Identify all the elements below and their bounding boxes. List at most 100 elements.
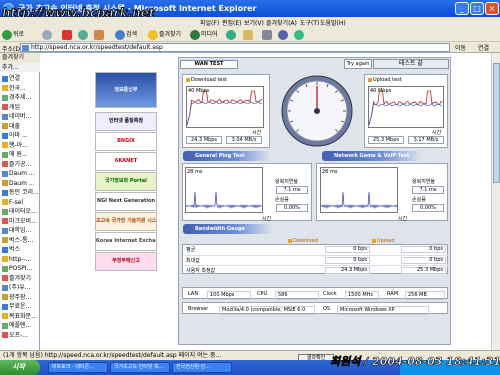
table-row: 최대값 0 bps 0 bps [183, 255, 449, 264]
favorites-item[interactable]: Daum ... [2, 169, 40, 178]
favorites-item[interactable]: 오프-... [2, 331, 40, 340]
favorites-item[interactable]: 대출 [2, 122, 40, 131]
favorites-add-button[interactable]: 추가... [0, 63, 40, 72]
favorites-item[interactable]: 동인 코리... [2, 188, 40, 197]
favorites-item[interactable]: Daum ... [2, 179, 40, 188]
tab-wan-test[interactable]: WAN TEST [180, 60, 238, 69]
banner-tech-support[interactable]: 초고속 국가망 기술지원 시스템 [95, 212, 157, 231]
mail-icon [243, 29, 253, 40]
menu-tools[interactable]: 도구(T) [300, 18, 319, 27]
go-button[interactable]: 이동 [455, 43, 466, 52]
favorites-item[interactable]: 벅스-통... [2, 236, 40, 245]
favorites-item[interactable]: 목표화문... [2, 312, 40, 321]
favorites-item[interactable]: 광주장... [2, 293, 40, 302]
vertical-scrollbar[interactable] [491, 53, 500, 360]
favorites-item-label: 연결 [9, 75, 21, 82]
favorite-page-icon [2, 275, 8, 281]
search-button[interactable]: 검색 [115, 29, 137, 40]
favorites-item-label: 행-아... [9, 141, 28, 149]
history-button[interactable] [226, 29, 237, 40]
forward-button[interactable] [42, 29, 53, 40]
close-button[interactable]: × [485, 2, 499, 15]
favorites-item[interactable]: 연결 [2, 74, 40, 83]
banner-kix[interactable]: Korea Internet Exchange [95, 232, 157, 251]
banner-ngi[interactable]: NGI Next Generation [95, 192, 157, 211]
refresh-button[interactable] [78, 29, 89, 40]
messenger-icon [294, 29, 304, 40]
favorites-title: 즐겨찾기 [0, 53, 40, 63]
taskbar-item[interactable]: 한국전산원-인... [172, 362, 232, 373]
favorites-item[interactable]: 애 원... [2, 150, 40, 159]
favorites-item-label: (주)유... [9, 284, 31, 291]
banner-corruption-report[interactable]: 부정부패신고 [95, 252, 157, 271]
banner-6kanet[interactable]: 6KANET [95, 152, 157, 171]
favorites-item[interactable]: 행-아... [2, 141, 40, 150]
address-input[interactable]: http://speed.nca.or.kr/speedtest/default… [20, 43, 450, 52]
menu-favorites[interactable]: 즐겨찾기(A) [266, 18, 297, 27]
favorites-item-label: 벅스 [9, 246, 21, 253]
print-button[interactable] [262, 29, 273, 40]
menu-file[interactable]: 파일(F) [200, 18, 219, 27]
messenger-button[interactable] [294, 29, 305, 40]
maximize-button[interactable]: □ [470, 2, 484, 15]
stop-button[interactable] [62, 29, 73, 40]
favorites-item[interactable]: 즐겨찾기 [2, 274, 40, 283]
favorite-page-icon [2, 113, 8, 120]
favorites-item[interactable]: 아마 ... [2, 131, 40, 140]
taskbar-item[interactable]: 국가초고속 인터넷 측... [110, 362, 170, 373]
favorites-item[interactable]: 데이터오... [2, 207, 40, 216]
media-button[interactable]: 미디어 [190, 29, 218, 40]
favorites-item[interactable]: 벅스 [2, 245, 40, 254]
banner-bngix[interactable]: BNGIX [95, 132, 157, 151]
favorites-item-label: 게임 [9, 103, 21, 111]
favorites-item-label: F-sel [9, 198, 24, 206]
favorites-item[interactable]: POSPI... [2, 264, 40, 273]
menu-help[interactable]: 도움말(H) [320, 18, 346, 27]
browser-value: Mozilla/4.0 (compatible; MSIE 6.0 [219, 306, 315, 315]
scrollbar-thumb[interactable] [493, 63, 500, 183]
start-button[interactable]: 시작 [0, 360, 40, 375]
menu-view[interactable]: 보기(V) [244, 18, 264, 27]
minimize-button[interactable]: _ [455, 2, 469, 15]
mail-button[interactable] [243, 29, 254, 40]
favorites-item[interactable]: 즐기공... [2, 160, 40, 169]
favorites-item-label: 목표화문... [9, 312, 37, 320]
favorite-page-icon [2, 104, 8, 110]
favorites-button[interactable]: 즐겨찾기 [148, 29, 181, 40]
back-button[interactable]: 뒤로 [2, 29, 24, 40]
upload-line [368, 90, 443, 126]
edit-button[interactable] [278, 29, 289, 40]
favorites-item[interactable]: 네이버... [2, 112, 40, 121]
favorites-item[interactable]: 대학입... [2, 226, 40, 235]
links-button[interactable]: 연결 [478, 43, 489, 52]
favorites-item-label: Daum ... [9, 179, 35, 187]
home-button[interactable] [94, 29, 105, 40]
favorites-item[interactable]: 한국... [2, 84, 40, 93]
favorite-page-icon [2, 94, 8, 101]
favorites-item[interactable]: (주)유... [2, 283, 40, 292]
favorites-item-label: 벅스-통... [9, 236, 34, 244]
bullet-icon [288, 238, 292, 243]
clock-value: 1500 MHz [345, 291, 379, 300]
stop-icon [62, 29, 72, 40]
try-again-button[interactable]: Try again [344, 59, 372, 69]
favorites-item[interactable]: 마크모비... [2, 217, 40, 226]
banner-portal[interactable]: 국가정보화 Portal [95, 172, 157, 191]
favorites-item[interactable]: 에플텐... [2, 321, 40, 330]
bullet-icon [186, 77, 190, 82]
menu-edit[interactable]: 편집(E) [222, 18, 242, 27]
favorites-item[interactable]: 무료운... [2, 302, 40, 311]
back-arrow-icon [2, 29, 12, 40]
banner-quality[interactable]: 인터넷 품질측정 [95, 112, 157, 131]
favorites-item[interactable]: http--... [2, 255, 40, 264]
upload-title: Upload test [368, 77, 402, 83]
banner-mic[interactable]: 정보통신부 [95, 72, 157, 108]
forward-arrow-icon [42, 29, 52, 40]
favorites-item-label: 한국... [9, 84, 26, 92]
favorites-item[interactable]: 경추세... [2, 93, 40, 102]
favorites-item[interactable]: 게임 [2, 103, 40, 112]
taskbar-item[interactable]: 비트토크 - 네티즌... [48, 362, 108, 373]
favorites-item[interactable]: F-sel [2, 198, 40, 207]
ping-avg-value: 7.1 ms [276, 186, 308, 194]
toolbar: 뒤로 검색 즐겨찾기 미디어 [0, 27, 500, 42]
